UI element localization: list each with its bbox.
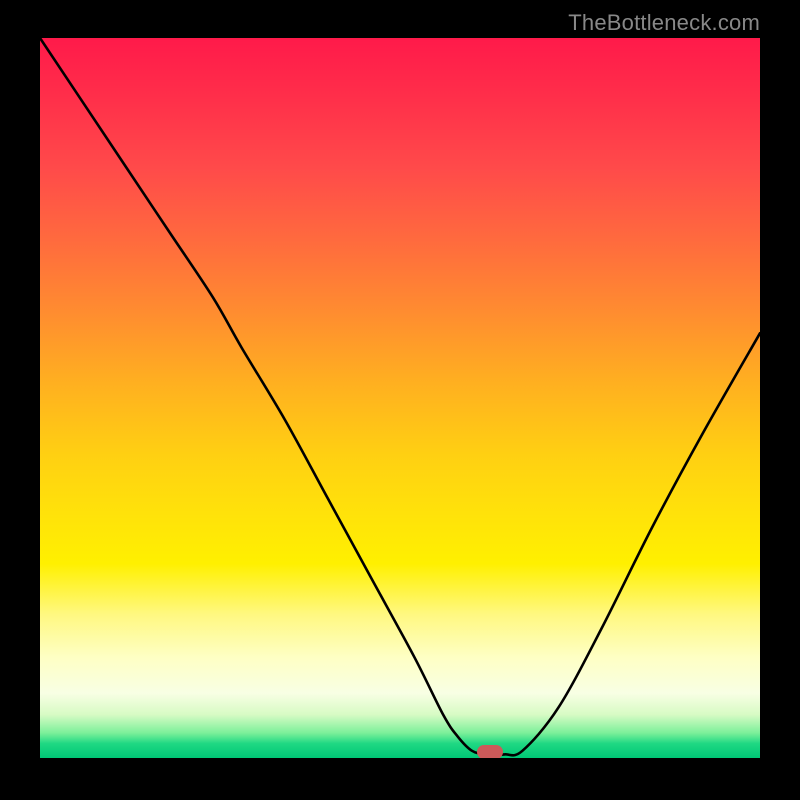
chart-frame: TheBottleneck.com [0, 0, 800, 800]
watermark-text: TheBottleneck.com [568, 10, 760, 36]
optimal-marker [477, 745, 503, 758]
plot-area [40, 38, 760, 758]
bottleneck-curve [40, 38, 760, 758]
